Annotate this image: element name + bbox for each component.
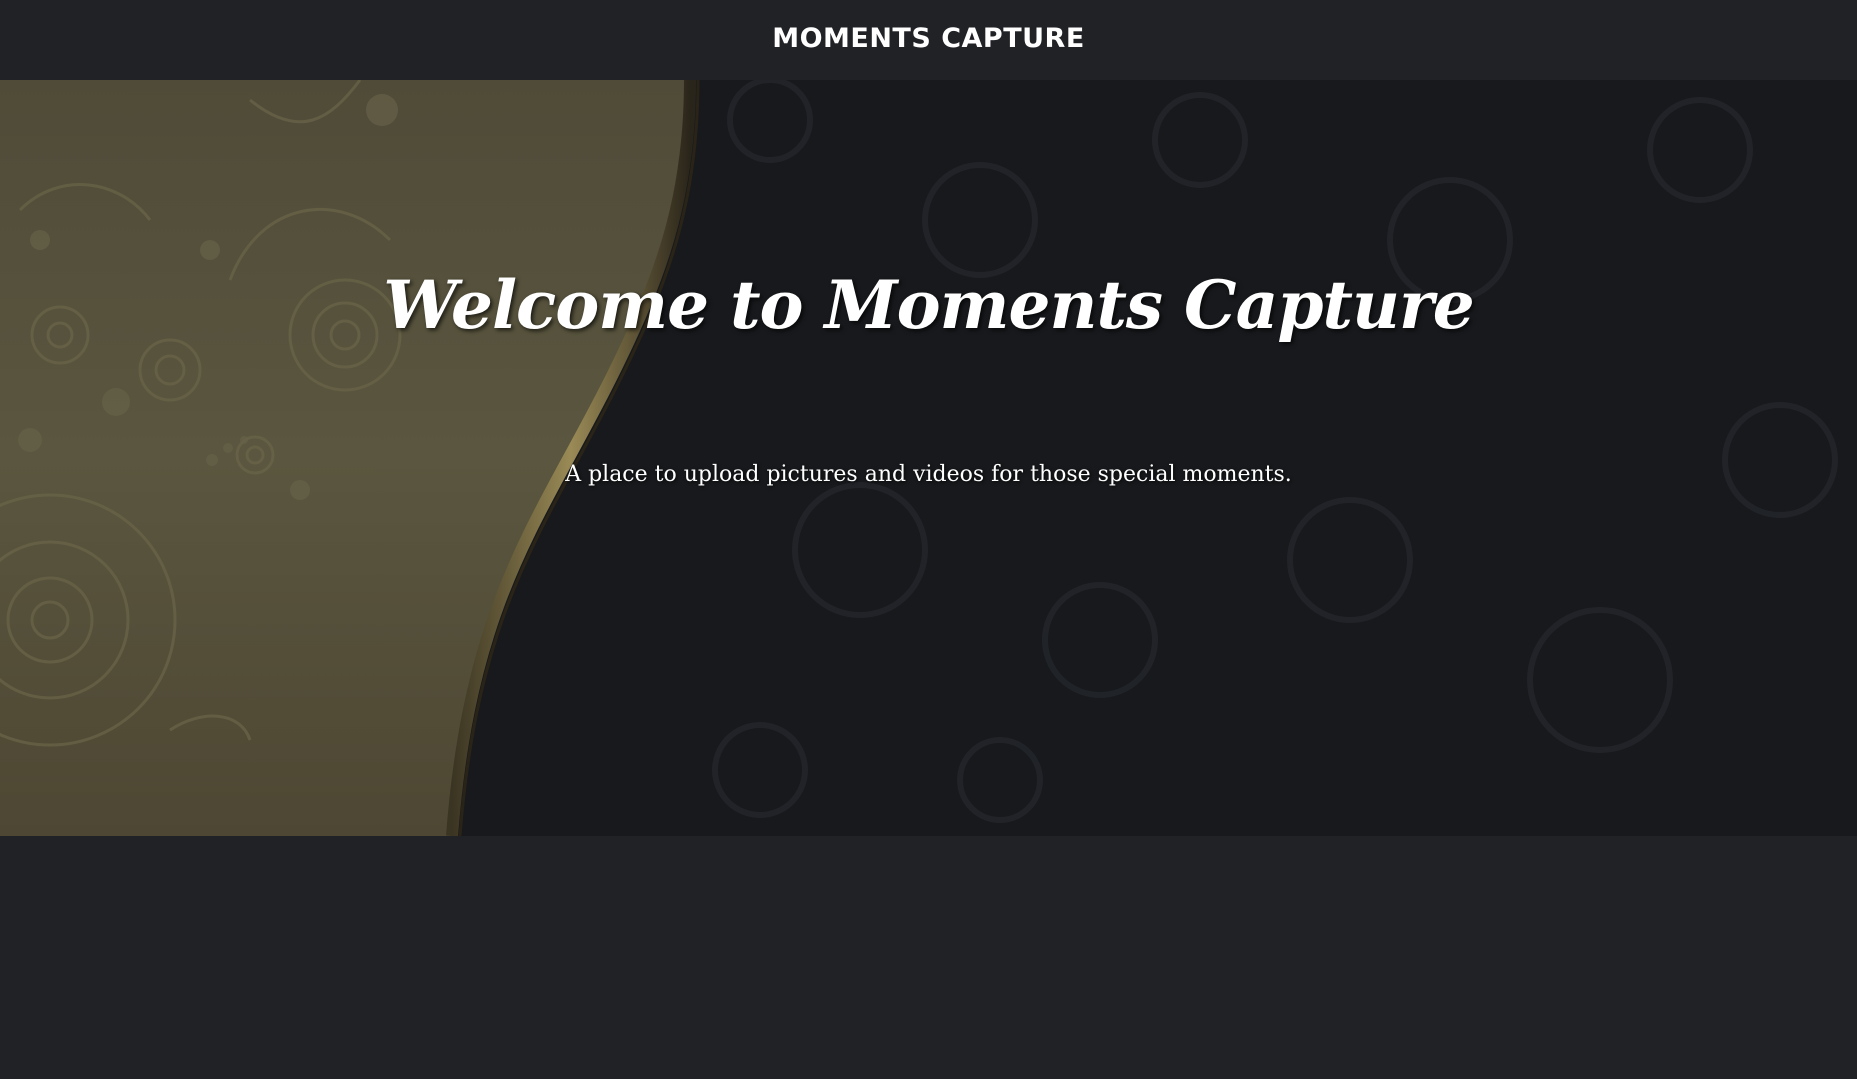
hero-title: Welcome to Moments Capture [383,266,1475,344]
top-navbar: MOMENTS CAPTURE [0,0,1857,80]
hero-banner: Welcome to Moments Capture A place to up… [0,80,1857,836]
hero-subtitle: A place to upload pictures and videos fo… [565,462,1292,487]
hero-background-decoration [0,80,1838,836]
page-bottom-area [0,836,1857,1079]
brand-link[interactable]: MOMENTS CAPTURE [772,23,1085,54]
